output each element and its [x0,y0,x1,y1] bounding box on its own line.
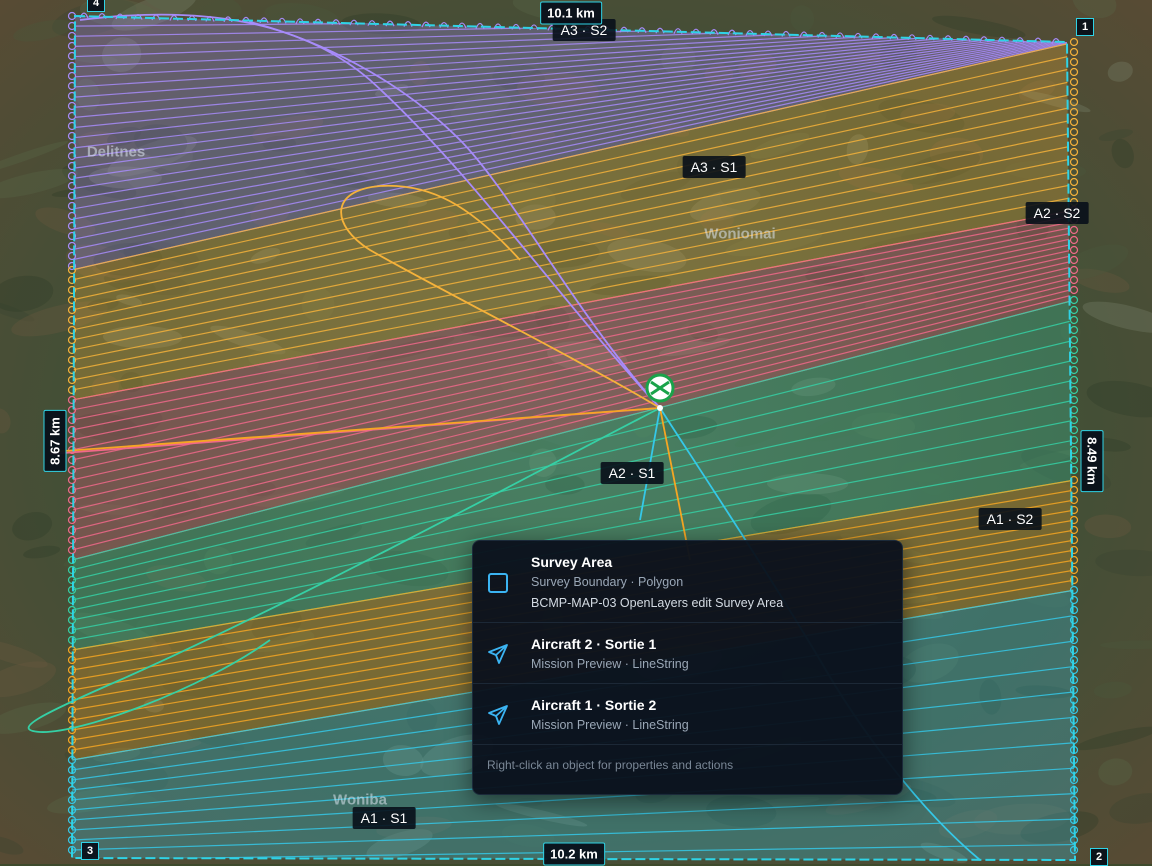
popup-item-subtitle: Mission Preview · LineString [531,657,689,671]
popup-item-aircraft-2-sortie-1[interactable]: Aircraft 2 · Sortie 1 Mission Preview · … [473,623,902,684]
distance-label-bottom: 10.2 km [543,842,605,866]
vertex-marker-2[interactable]: 2 [1090,848,1108,866]
popup-item-aircraft-1-sortie-2[interactable]: Aircraft 1 · Sortie 2 Mission Preview · … [473,684,902,745]
place-name-woniba: Woniba [333,791,387,809]
popup-item-subtitle: Mission Preview · LineString [531,718,689,732]
distance-label-top: 10.1 km [540,1,602,25]
distance-label-right: 8.49 km [1080,430,1104,492]
vertex-marker-4[interactable]: 4 [87,0,105,12]
popup-item-detail: BCMP-MAP-03 OpenLayers edit Survey Area [531,596,784,610]
sortie-label-a2s1[interactable]: A2 · S1 [600,462,664,484]
sortie-label-a3s1[interactable]: A3 · S1 [682,156,746,178]
popup-item-subtitle: Survey Boundary · Polygon [531,575,684,589]
popup-item-title: Survey Area [531,554,613,570]
vertex-marker-3[interactable]: 3 [81,842,99,860]
feature-selection-popup: Survey Area Survey Boundary · Polygon BC… [472,540,903,795]
paper-plane-icon [488,705,508,725]
place-name-woniomai: Woniomai [704,225,776,243]
distance-label-left: 8.67 km [43,410,67,472]
square-icon [488,573,508,593]
sortie-label-a1s1[interactable]: A1 · S1 [352,807,416,829]
sortie-label-a1s2[interactable]: A1 · S2 [978,508,1042,530]
sortie-label-a2s2[interactable]: A2 · S2 [1025,202,1089,224]
vertex-marker-1[interactable]: 1 [1076,18,1094,36]
popup-hint: Right-click an object for properties and… [487,758,734,772]
paper-plane-icon [488,644,508,664]
popup-item-title: Aircraft 2 · Sortie 1 [531,636,657,652]
popup-item-survey-area[interactable]: Survey Area Survey Boundary · Polygon BC… [473,541,902,623]
popup-item-title: Aircraft 1 · Sortie 2 [531,697,657,713]
place-name-delitnes: Delitnes [86,143,146,161]
